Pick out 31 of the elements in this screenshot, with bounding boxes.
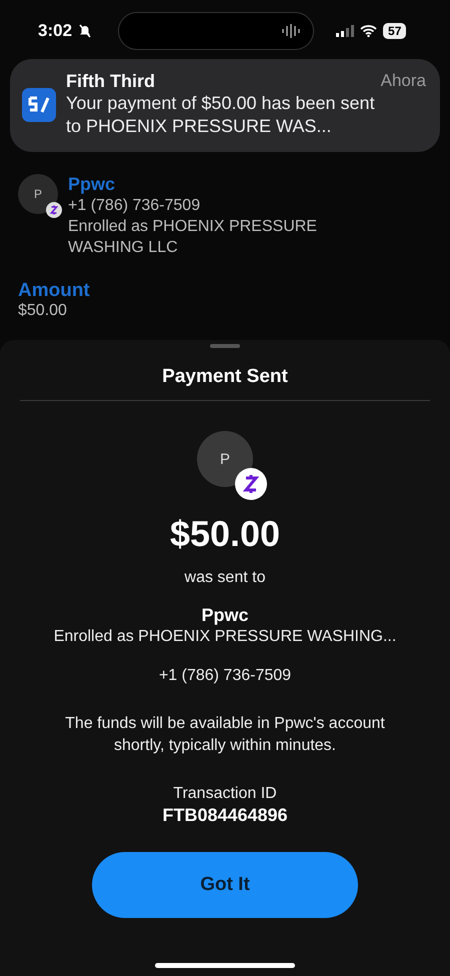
recipient-phone: +1 (786) 736-7509 bbox=[158, 666, 292, 686]
zelle-badge-icon bbox=[46, 202, 62, 218]
contact-avatar: P bbox=[18, 174, 58, 214]
notification-message: Your payment of $50.00 has been sent to PHOENIX PRESSURE WAS... bbox=[66, 92, 376, 138]
sheet-title: Payment Sent bbox=[20, 348, 430, 401]
recipient-enrolled-name: Enrolled as PHOENIX PRESSURE WASHING... bbox=[54, 627, 396, 647]
amount-label: Amount bbox=[18, 280, 91, 302]
notification-card[interactable]: Fifth Third Ahora Your payment of $50.00 has been sent to PHOENIX PRESSURE WAS... bbox=[10, 59, 440, 152]
transaction-id-label: Transaction ID bbox=[173, 784, 277, 804]
muted-bell-icon bbox=[78, 24, 92, 38]
battery-level: 57 bbox=[383, 23, 406, 39]
notification-time: Ahora bbox=[380, 71, 426, 92]
wifi-icon bbox=[360, 25, 378, 37]
bank-logo-icon bbox=[22, 88, 56, 122]
amount-value: $50.00 bbox=[18, 302, 68, 320]
transaction-id: FTB084464896 bbox=[162, 805, 288, 826]
sent-to-text: was sent to bbox=[184, 568, 266, 588]
signal-icon bbox=[336, 25, 354, 37]
contact-name: Ppwc bbox=[68, 174, 116, 195]
contact-phone: +1 (786) 736-7509 bbox=[68, 196, 202, 216]
recipient-name: Ppwc bbox=[201, 605, 248, 626]
contact-enrolled-name: Enrolled as PHOENIX PRESSURE WASHING LLC bbox=[68, 217, 318, 258]
sheet-handle[interactable] bbox=[210, 344, 240, 348]
status-time: 3:02 bbox=[38, 21, 72, 41]
funds-note: The funds will be available in Ppwc's account shortly, typically within minutes. bbox=[64, 714, 386, 756]
sent-amount: $50.00 bbox=[170, 513, 280, 555]
zelle-badge-icon bbox=[235, 468, 267, 500]
got-it-button[interactable]: Got It bbox=[92, 852, 358, 918]
recipient-avatar: P bbox=[197, 431, 253, 487]
waveform-icon bbox=[281, 23, 302, 39]
notification-app-name: Fifth Third bbox=[66, 71, 155, 92]
